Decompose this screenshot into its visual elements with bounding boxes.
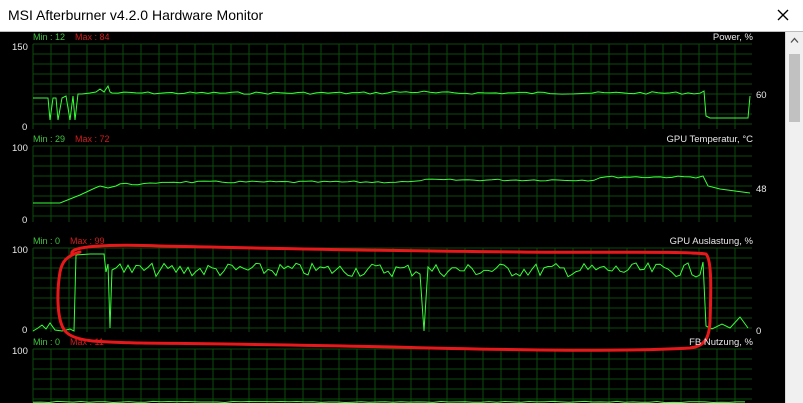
power-y-bottom: 0 bbox=[22, 122, 28, 133]
scroll-up-icon[interactable] bbox=[790, 37, 799, 44]
load-current: 0 bbox=[756, 326, 762, 337]
fb-minmax: Min : 0 Max : 11 bbox=[33, 337, 104, 347]
temp-current: 48 bbox=[756, 184, 767, 195]
close-icon[interactable] bbox=[775, 7, 791, 23]
fb-max: Max : 11 bbox=[70, 337, 104, 347]
fb-grid bbox=[32, 348, 752, 403]
title-bar: MSI Afterburner v4.2.0 Hardware Monitor bbox=[0, 0, 803, 32]
load-min: Min : 0 bbox=[33, 236, 61, 246]
fb-min: Min : 0 bbox=[33, 337, 61, 347]
temp-max: Max : 72 bbox=[75, 134, 110, 144]
load-minmax: Min : 0 Max : 99 bbox=[33, 236, 105, 246]
monitor-area: Min : 12 Max : 84 Power, % 150 0 60 Min :… bbox=[0, 32, 803, 403]
graphs-canvas bbox=[32, 43, 752, 403]
scrollbar-thumb[interactable] bbox=[789, 54, 800, 122]
power-grid bbox=[32, 43, 752, 129]
fb-trace bbox=[32, 400, 745, 403]
power-title: Power, % bbox=[712, 32, 753, 43]
temp-y-top: 100 bbox=[12, 143, 28, 154]
load-y-top: 100 bbox=[12, 245, 28, 256]
vertical-scrollbar[interactable] bbox=[785, 32, 803, 403]
load-trace bbox=[32, 253, 749, 332]
fb-y-top: 100 bbox=[12, 346, 28, 357]
load-max: Max : 99 bbox=[70, 236, 105, 246]
power-current: 60 bbox=[756, 90, 767, 101]
window-title: MSI Afterburner v4.2.0 Hardware Monitor bbox=[8, 7, 264, 23]
temp-y-bottom: 0 bbox=[22, 215, 28, 226]
load-y-bottom: 0 bbox=[22, 325, 28, 336]
temp-title: GPU Temperatur, °C bbox=[666, 134, 753, 145]
power-y-top: 150 bbox=[12, 42, 28, 53]
temp-minmax: Min : 29 Max : 72 bbox=[33, 134, 110, 144]
load-grid bbox=[32, 247, 752, 332]
power-minmax: Min : 12 Max : 84 bbox=[33, 32, 110, 42]
power-max: Max : 84 bbox=[75, 32, 110, 42]
temp-min: Min : 29 bbox=[33, 134, 66, 144]
power-min: Min : 12 bbox=[33, 32, 66, 42]
fb-title: FB Nutzung, % bbox=[689, 337, 753, 348]
load-title: GPU Auslastung, % bbox=[669, 236, 753, 247]
